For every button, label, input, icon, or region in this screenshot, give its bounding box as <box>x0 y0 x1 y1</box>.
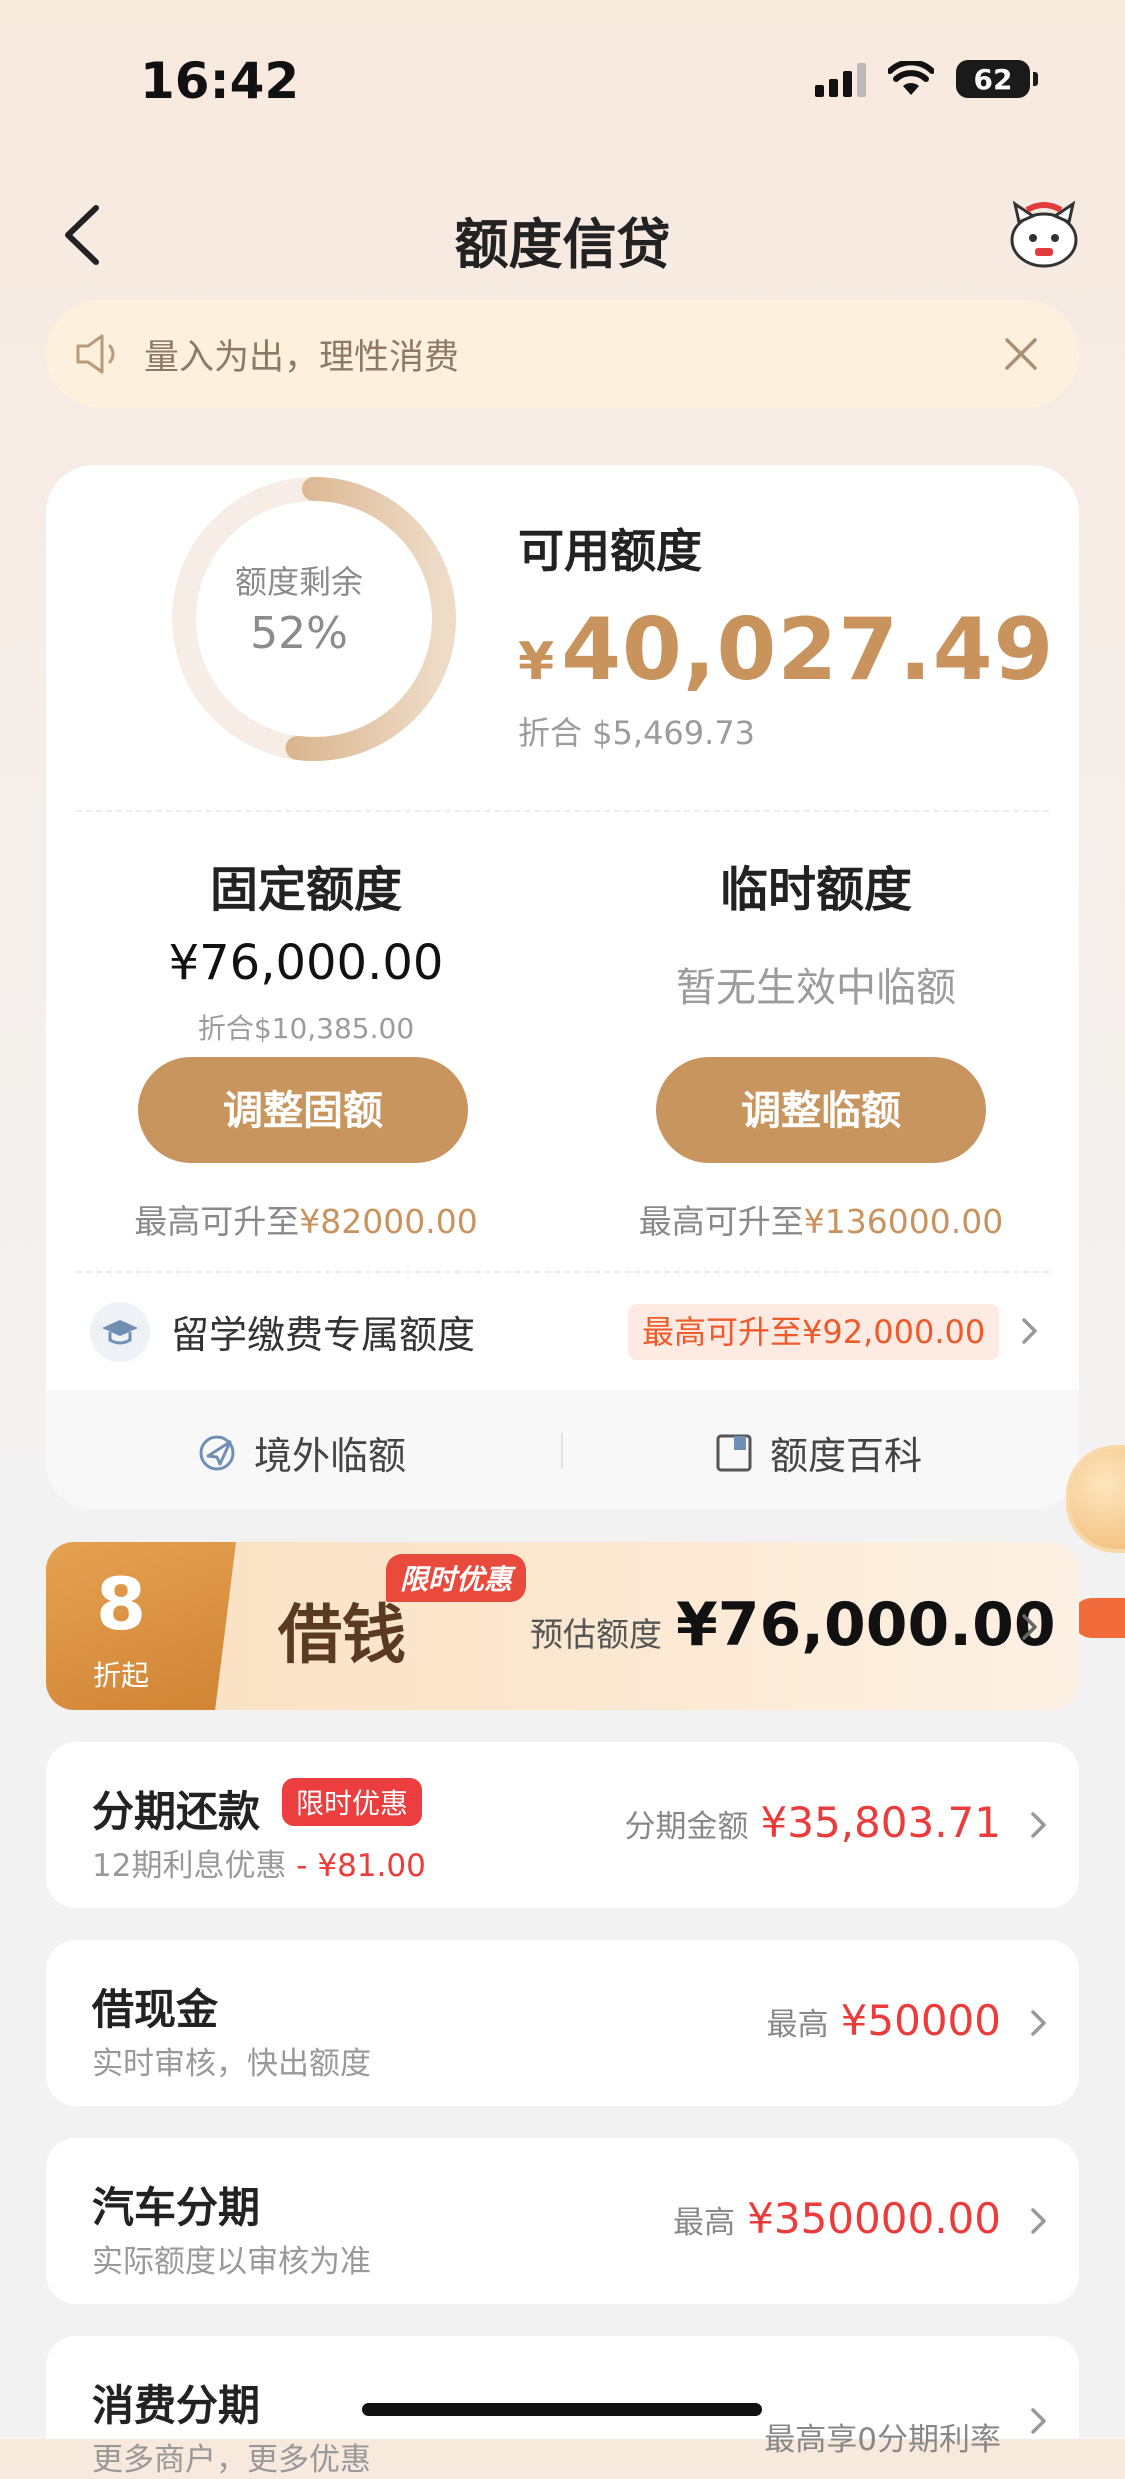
chevron-right-icon <box>1031 2208 1046 2234</box>
study-label: 留学缴费专属额度 <box>171 1313 476 1357</box>
book-icon <box>716 1434 752 1471</box>
row-subtitle: 实时审核，快出额度 <box>92 2046 371 2082</box>
row-sub-text: 12期利息优惠 <box>92 1848 287 1884</box>
limited-offer-badge: 限时优惠 <box>386 1554 527 1602</box>
temp-title: 临时额度 <box>719 862 912 918</box>
row-title: 分期还款 <box>92 1787 261 1836</box>
adjust-fixed-button[interactable]: 调整固额 <box>138 1057 468 1163</box>
row-right-label: 分期金额 <box>624 1809 749 1845</box>
limited-offer-tag: 限时优惠 <box>282 1778 423 1826</box>
chevron-right-icon <box>1022 1614 1037 1640</box>
home-indicator <box>362 2403 762 2416</box>
row-right-label: 最高享0分期利率 <box>764 2422 1001 2458</box>
mascot-icon[interactable] <box>1005 200 1083 272</box>
row-title: 消费分期 <box>92 2381 261 2430</box>
available-amount: ¥40,027.49 <box>518 600 1054 700</box>
temp-max-value: ¥136000.00 <box>803 1202 1004 1241</box>
estimate-label: 预估额度 <box>530 1615 662 1654</box>
study-row[interactable]: 留学缴费专属额度 最高可升至¥92,000.00 <box>46 1280 1079 1380</box>
notice-text: 量入为出，理性消费 <box>144 337 460 378</box>
consumer-installment-row[interactable]: 消费分期 更多商户，更多优惠 最高享0分期利率 <box>46 2336 1079 2478</box>
row-sub-discount: - ¥81.00 <box>286 1848 426 1884</box>
graduation-cap-icon <box>90 1302 150 1362</box>
available-converted: 折合 $5,469.73 <box>518 714 756 752</box>
credit-card: 额度剩余 52% 可用额度 ¥40,027.49 折合 $5,469.73 固定… <box>46 465 1079 1510</box>
divider <box>76 810 1049 812</box>
remaining-label: 额度剩余 <box>234 563 363 601</box>
fixed-max: 最高可升至¥82000.00 <box>46 1195 566 1243</box>
car-installment-row[interactable]: 汽车分期 实际额度以审核为准 最高 ¥350000.00 <box>46 2138 1079 2304</box>
floating-promo-tab[interactable] <box>1072 1598 1125 1638</box>
row-right-value: ¥50000 <box>840 1996 1001 2045</box>
credit-wiki-label: 额度百科 <box>770 1434 923 1478</box>
fixed-max-prefix: 最高可升至 <box>134 1202 300 1241</box>
remaining-percent: 52% <box>250 608 348 659</box>
row-right: 最高 ¥50000 <box>767 1996 1001 2045</box>
fixed-max-value: ¥82000.00 <box>299 1202 478 1241</box>
temp-status: 暂无生效中临额 <box>676 965 956 1011</box>
chevron-right-icon <box>1031 1812 1046 1838</box>
plane-icon <box>199 1435 235 1470</box>
row-right-value: ¥350000.00 <box>747 2194 1001 2243</box>
row-title: 汽车分期 <box>92 2183 261 2232</box>
row-right: 分期金额 ¥35,803.71 <box>625 1798 1001 1847</box>
battery-icon: 62 <box>956 60 1038 98</box>
row-right: 最高 ¥350000.00 <box>673 2194 1001 2243</box>
discount-number: 8 <box>95 1562 147 1646</box>
divider <box>76 1271 1049 1273</box>
row-subtitle: 12期利息优惠 - ¥81.00 <box>92 1840 426 1885</box>
temp-max: 最高可升至¥136000.00 <box>561 1195 1079 1243</box>
row-subtitle: 实际额度以审核为准 <box>92 2244 371 2280</box>
link-separator <box>561 1433 563 1469</box>
status-time: 16:42 <box>140 52 300 110</box>
chevron-right-icon <box>1022 1318 1037 1344</box>
row-right-label: 最高 <box>673 2205 736 2241</box>
cash-loan-row[interactable]: 借现金 实时审核，快出额度 最高 ¥50000 <box>46 1940 1079 2106</box>
notice-bar: 量入为出，理性消费 <box>46 300 1079 408</box>
chevron-right-icon <box>1031 2010 1046 2036</box>
estimate-amount: ¥76,000.00 <box>676 1590 1056 1660</box>
chevron-right-icon <box>1031 2408 1046 2434</box>
available-label: 可用额度 <box>518 524 702 578</box>
row-right: 最高享0分期利率 <box>764 2414 1001 2459</box>
credit-wiki-link[interactable]: 额度百科 <box>714 1425 922 1480</box>
wifi-icon <box>888 61 934 95</box>
fixed-title: 固定额度 <box>209 862 402 918</box>
temp-max-prefix: 最高可升至 <box>638 1202 804 1241</box>
speaker-icon <box>76 334 115 374</box>
row-title: 借现金 <box>92 1985 219 2034</box>
overseas-temp-label: 境外临额 <box>254 1434 407 1478</box>
study-badge: 最高可升至¥92,000.00 <box>628 1304 1000 1360</box>
row-right-value: ¥35,803.71 <box>760 1798 1001 1847</box>
row-subtitle: 更多商户，更多优惠 <box>92 2442 371 2478</box>
status-icons: 62 <box>815 60 1038 98</box>
borrow-banner[interactable]: 8 折起 借钱 限时优惠 预估额度 ¥76,000.00 <box>46 1542 1079 1710</box>
adjust-temp-button[interactable]: 调整临额 <box>656 1057 986 1163</box>
discount-unit: 折起 <box>92 1659 149 1692</box>
installment-repay-row[interactable]: 分期还款 限时优惠 12期利息优惠 - ¥81.00 分期金额 ¥35,803.… <box>46 1742 1079 1908</box>
fixed-converted: 折合$10,385.00 <box>197 1012 415 1045</box>
fixed-amount: ¥76,000.00 <box>168 935 444 991</box>
page-title: 额度信贷 <box>454 213 671 276</box>
row-right-label: 最高 <box>766 2007 829 2043</box>
close-icon[interactable] <box>999 332 1043 376</box>
currency-symbol: ¥ <box>518 632 556 692</box>
signal-icon <box>815 61 866 97</box>
overseas-temp-link[interactable]: 境外临额 <box>196 1425 406 1480</box>
available-value: 40,027.49 <box>561 600 1055 700</box>
